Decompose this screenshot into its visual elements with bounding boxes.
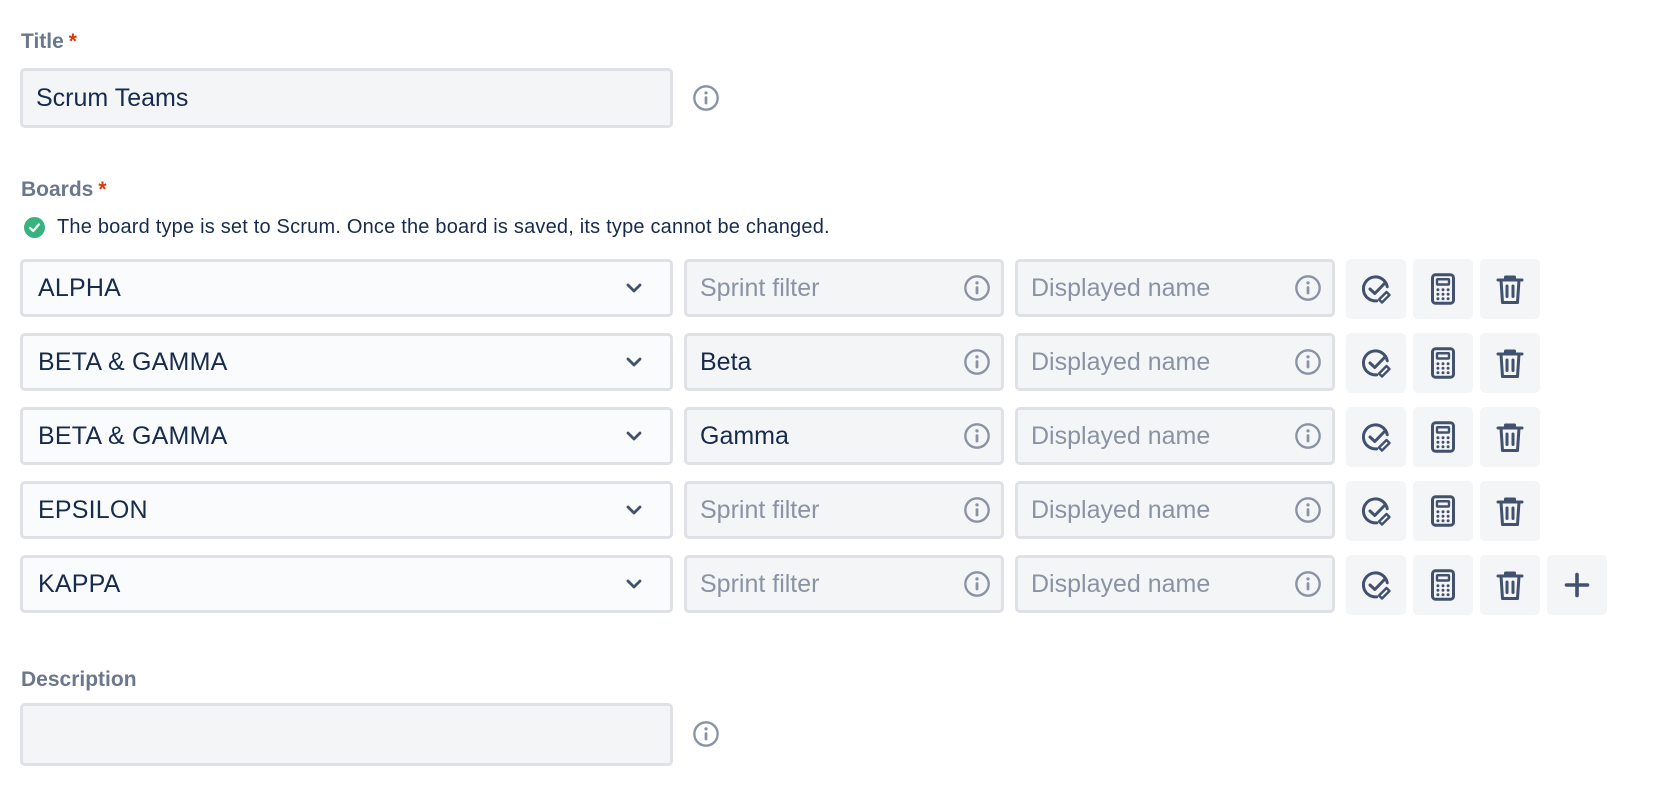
info-icon[interactable] [963, 496, 991, 524]
board-select-value: EPSILON [38, 495, 148, 524]
plus-icon [1559, 567, 1595, 603]
sprint-filter-input[interactable] [687, 410, 1001, 462]
chevron-down-icon[interactable] [624, 352, 644, 372]
sprint-filter-field[interactable] [684, 481, 1004, 539]
sprint-check-button[interactable] [1346, 407, 1406, 467]
displayed-name-input[interactable] [1018, 410, 1332, 462]
calculator-button[interactable] [1413, 407, 1473, 467]
check-badge-icon [1358, 345, 1394, 381]
sprint-check-button[interactable] [1346, 481, 1406, 541]
trash-icon [1492, 493, 1528, 529]
sprint-filter-input[interactable] [687, 336, 1001, 388]
title-label: Title * [21, 30, 77, 53]
displayed-name-input[interactable] [1018, 484, 1332, 536]
delete-board-button[interactable] [1480, 481, 1540, 541]
board-select[interactable]: BETA & GAMMA [20, 407, 673, 465]
trash-icon [1492, 419, 1528, 455]
description-label: Description [21, 668, 137, 691]
board-select[interactable]: BETA & GAMMA [20, 333, 673, 391]
info-icon[interactable] [963, 274, 991, 302]
sprint-filter-field[interactable] [684, 259, 1004, 317]
chevron-down-icon[interactable] [624, 574, 644, 594]
success-check-icon [24, 217, 45, 238]
delete-board-button[interactable] [1480, 333, 1540, 393]
calculator-icon [1425, 567, 1461, 603]
trash-icon [1492, 271, 1528, 307]
info-icon[interactable] [963, 570, 991, 598]
calculator-button[interactable] [1413, 259, 1473, 319]
board-config-form: Title* Boards* The board type is set to … [0, 0, 1660, 797]
board-select-value: KAPPA [38, 569, 121, 598]
board-type-hint: The board type is set to Scrum. Once the… [24, 216, 830, 239]
displayed-name-field[interactable] [1015, 259, 1335, 317]
board-select[interactable]: ALPHA [20, 259, 673, 317]
info-icon[interactable] [1294, 422, 1322, 450]
required-mark: * [98, 178, 107, 201]
calculator-icon [1425, 419, 1461, 455]
sprint-filter-field[interactable] [684, 555, 1004, 613]
displayed-name-field[interactable] [1015, 481, 1335, 539]
displayed-name-input[interactable] [1018, 336, 1332, 388]
info-icon[interactable] [1294, 274, 1322, 302]
sprint-filter-field[interactable] [684, 407, 1004, 465]
calculator-icon [1425, 271, 1461, 307]
check-badge-icon [1358, 419, 1394, 455]
calculator-button[interactable] [1413, 333, 1473, 393]
sprint-filter-field[interactable] [684, 333, 1004, 391]
calculator-button[interactable] [1413, 555, 1473, 615]
boards-label: Boards * [21, 178, 107, 201]
sprint-check-button[interactable] [1346, 259, 1406, 319]
displayed-name-field[interactable] [1015, 407, 1335, 465]
sprint-filter-input[interactable] [687, 484, 1001, 536]
displayed-name-input[interactable] [1018, 262, 1332, 314]
info-icon[interactable] [1294, 348, 1322, 376]
description-input[interactable] [20, 703, 673, 766]
title-input[interactable] [23, 71, 670, 125]
calculator-icon [1425, 345, 1461, 381]
info-icon[interactable] [692, 84, 720, 112]
board-select-value: BETA & GAMMA [38, 347, 228, 376]
board-select[interactable]: KAPPA [20, 555, 673, 613]
chevron-down-icon[interactable] [624, 426, 644, 446]
info-icon[interactable] [1294, 570, 1322, 598]
sprint-filter-input[interactable] [687, 558, 1001, 610]
board-select[interactable]: EPSILON [20, 481, 673, 539]
board-select-value: BETA & GAMMA [38, 421, 228, 450]
sprint-check-button[interactable] [1346, 333, 1406, 393]
required-mark: * [68, 30, 77, 53]
calculator-icon [1425, 493, 1461, 529]
check-badge-icon [1358, 567, 1394, 603]
check-badge-icon [1358, 493, 1394, 529]
calculator-button[interactable] [1413, 481, 1473, 541]
displayed-name-input[interactable] [1018, 558, 1332, 610]
delete-board-button[interactable] [1480, 407, 1540, 467]
add-board-button[interactable] [1547, 555, 1607, 615]
board-select-value: ALPHA [38, 273, 121, 302]
delete-board-button[interactable] [1480, 555, 1540, 615]
sprint-check-button[interactable] [1346, 555, 1406, 615]
displayed-name-field[interactable] [1015, 333, 1335, 391]
check-badge-icon [1358, 271, 1394, 307]
chevron-down-icon[interactable] [624, 278, 644, 298]
title-field[interactable] [20, 68, 673, 128]
delete-board-button[interactable] [1480, 259, 1540, 319]
trash-icon [1492, 567, 1528, 603]
info-icon[interactable] [692, 720, 720, 748]
displayed-name-field[interactable] [1015, 555, 1335, 613]
info-icon[interactable] [1294, 496, 1322, 524]
info-icon[interactable] [963, 422, 991, 450]
info-icon[interactable] [963, 348, 991, 376]
chevron-down-icon[interactable] [624, 500, 644, 520]
sprint-filter-input[interactable] [687, 262, 1001, 314]
trash-icon [1492, 345, 1528, 381]
